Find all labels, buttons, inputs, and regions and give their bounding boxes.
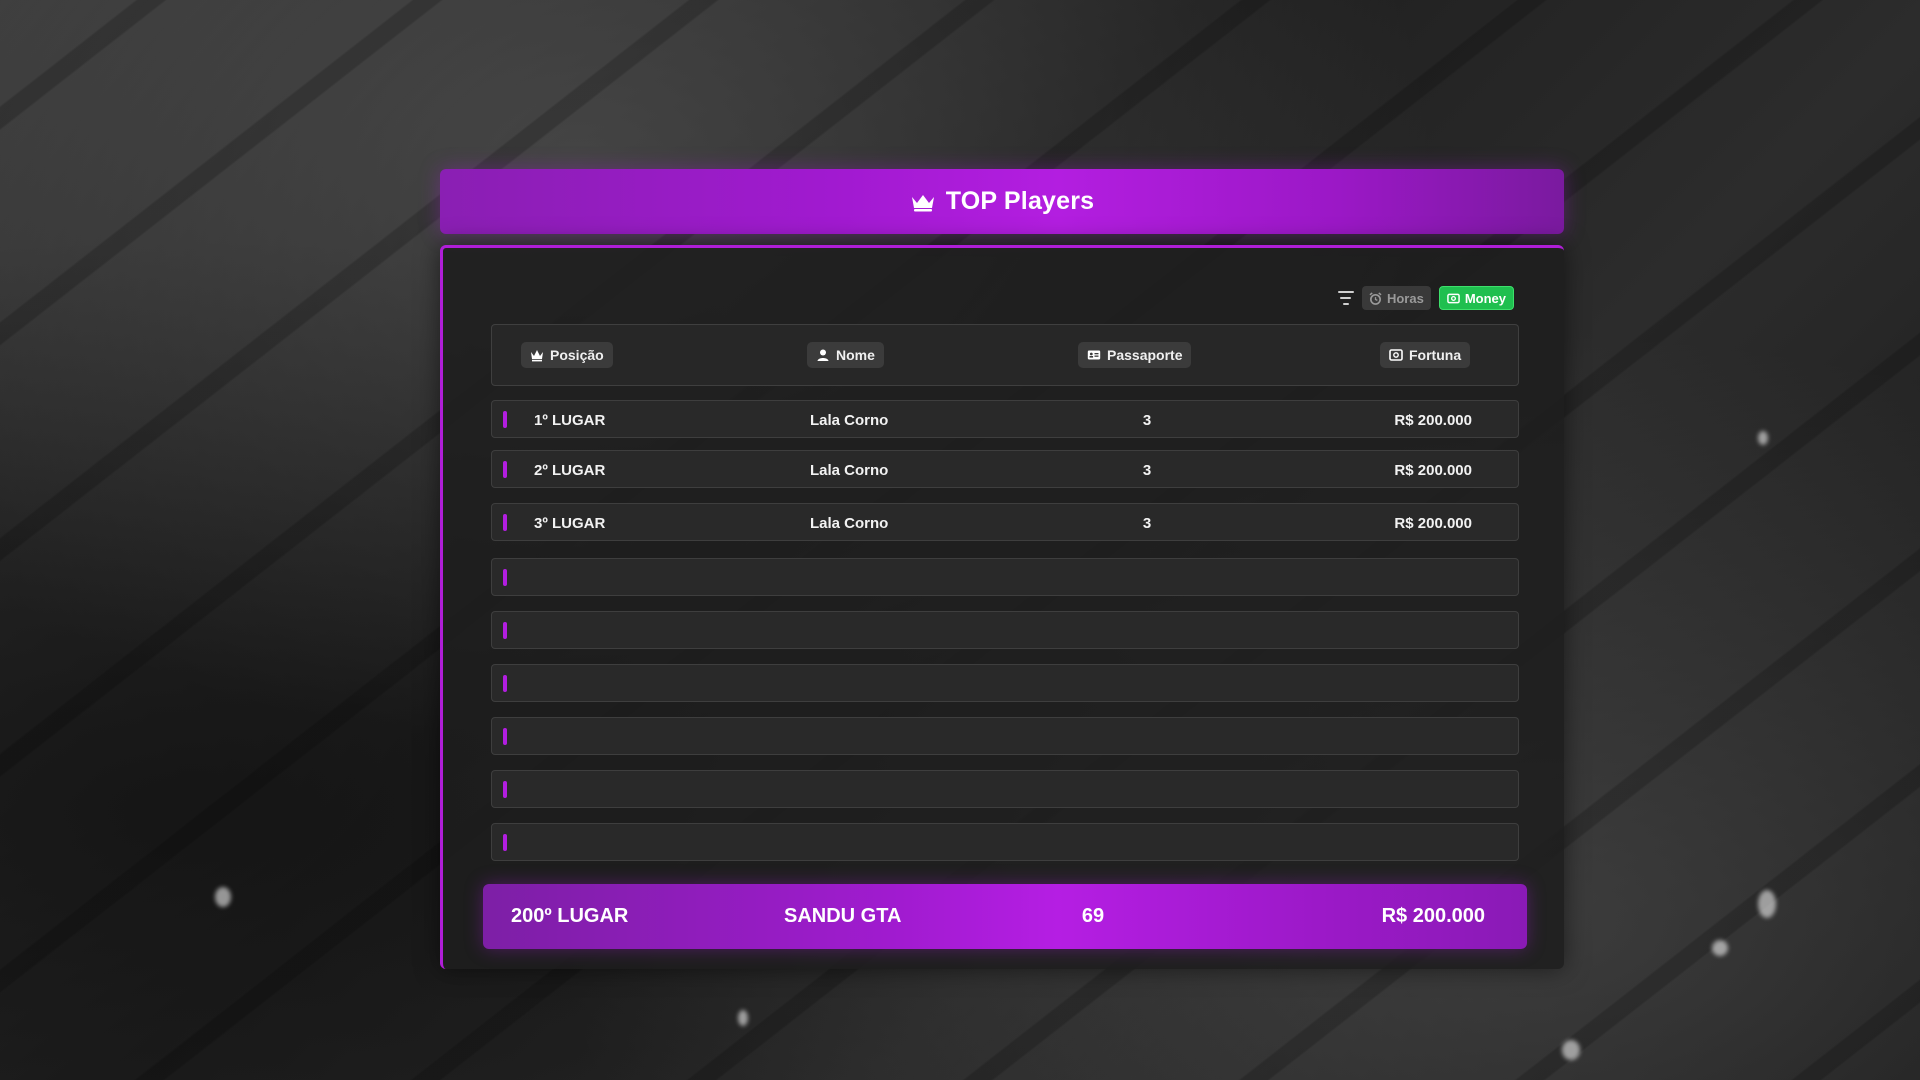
table-row[interactable]: 2º LUGAR Lala Corno 3 R$ 200.000	[491, 450, 1519, 488]
row-position: 3º LUGAR	[534, 514, 606, 532]
background-glow	[1758, 890, 1776, 918]
row-name: Lala Corno	[810, 461, 889, 479]
id-card-icon	[1087, 350, 1101, 360]
column-header-label: Nome	[836, 347, 875, 363]
self-fortune: R$ 200.000	[1381, 905, 1485, 927]
column-header-name[interactable]: Nome	[807, 342, 884, 368]
self-name: SANDU GTA	[784, 905, 902, 927]
table-header: Posição Nome Passaporte Fortuna	[491, 324, 1519, 386]
row-accent-bar	[503, 728, 507, 745]
ranking-panel: Horas Money Posição Nome Passaporte Fort…	[440, 245, 1564, 969]
background-glow	[1562, 1040, 1580, 1060]
row-accent-bar	[503, 781, 507, 798]
filter-horas-label: Horas	[1386, 290, 1424, 306]
row-passport: 3	[1142, 514, 1152, 532]
row-position: 2º LUGAR	[534, 461, 606, 479]
row-passport: 3	[1142, 411, 1152, 429]
row-accent-bar	[503, 569, 507, 586]
row-accent-bar	[503, 514, 507, 531]
row-accent-bar	[503, 461, 507, 478]
row-fortune: R$ 200.000	[1394, 411, 1472, 429]
table-row-empty	[491, 611, 1519, 649]
table-row-empty	[491, 717, 1519, 755]
table-row[interactable]: 1º LUGAR Lala Corno 3 R$ 200.000	[491, 400, 1519, 438]
row-position: 1º LUGAR	[534, 411, 606, 429]
row-accent-bar	[503, 675, 507, 692]
background-glow	[1712, 940, 1728, 956]
filter-bar: Horas Money	[1337, 286, 1514, 310]
background-glow	[738, 1010, 748, 1026]
crown-icon	[911, 194, 934, 211]
cash-icon	[1447, 293, 1460, 303]
table-row-empty	[491, 558, 1519, 596]
column-header-label: Fortuna	[1409, 347, 1462, 363]
column-header-label: Posição	[550, 347, 604, 363]
table-row-empty	[491, 664, 1519, 702]
row-name: Lala Corno	[810, 514, 889, 532]
page-header: TOP Players	[440, 169, 1564, 234]
column-header-label: Passaporte	[1107, 347, 1183, 363]
crown-icon	[531, 350, 543, 362]
background-glow	[1758, 431, 1768, 445]
row-accent-bar	[503, 834, 507, 851]
row-fortune: R$ 200.000	[1394, 514, 1472, 532]
user-icon	[817, 349, 829, 361]
self-position: 200º LUGAR	[511, 905, 629, 927]
table-row-empty	[491, 823, 1519, 861]
table-row[interactable]: 3º LUGAR Lala Corno 3 R$ 200.000	[491, 503, 1519, 541]
current-player-row: 200º LUGAR SANDU GTA 69 R$ 200.000	[483, 884, 1527, 949]
row-accent-bar	[503, 411, 507, 428]
column-header-passport[interactable]: Passaporte	[1078, 342, 1192, 368]
cash-icon	[1389, 349, 1403, 361]
filter-horas-button[interactable]: Horas	[1361, 286, 1431, 310]
column-header-fortune[interactable]: Fortuna	[1380, 342, 1471, 368]
filter-money-button[interactable]: Money	[1438, 286, 1514, 310]
self-passport: 69	[1081, 905, 1105, 927]
row-fortune: R$ 200.000	[1394, 461, 1472, 479]
background-glow	[215, 887, 231, 907]
row-accent-bar	[503, 622, 507, 639]
row-passport: 3	[1142, 461, 1152, 479]
row-name: Lala Corno	[810, 411, 889, 429]
alarm-clock-icon	[1369, 291, 1382, 305]
column-header-position[interactable]: Posição	[521, 342, 613, 368]
filter-money-label: Money	[1464, 290, 1506, 306]
page-title: TOP Players	[945, 187, 1095, 215]
table-row-empty	[491, 770, 1519, 808]
filter-icon[interactable]	[1337, 291, 1354, 305]
